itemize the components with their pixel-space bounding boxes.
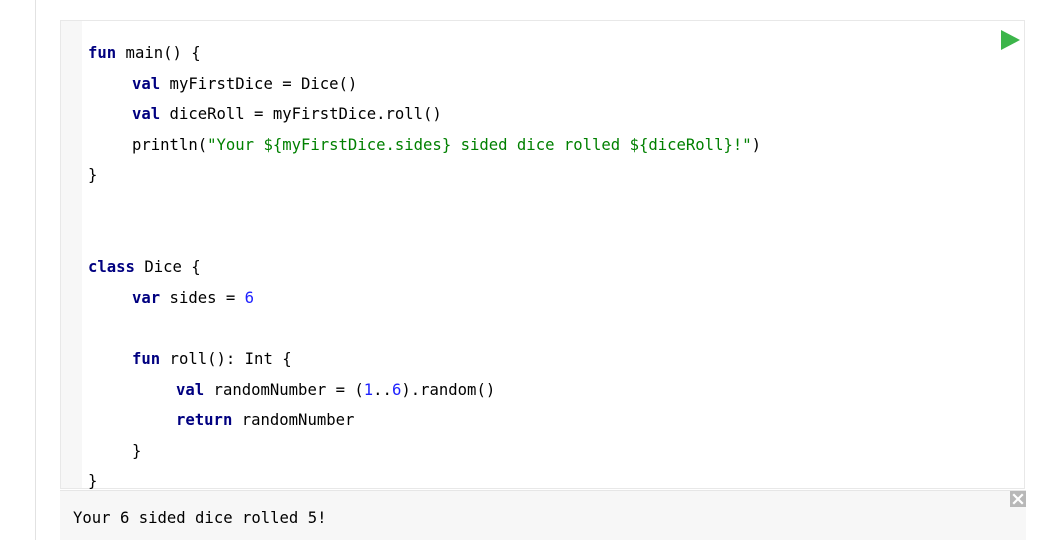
- number-token: 1: [363, 380, 374, 399]
- output-panel: Your 6 sided dice rolled 5!: [60, 490, 1026, 540]
- code-token: diceRoll = myFirstDice.roll(): [160, 105, 442, 124]
- code-token: Dice {: [134, 258, 201, 277]
- keyword-token: fun: [132, 349, 161, 368]
- code-line[interactable]: return randomNumber: [88, 405, 984, 436]
- code-line[interactable]: val randomNumber = (1..6).random(): [88, 375, 984, 406]
- number-token: 6: [391, 380, 402, 399]
- code-line[interactable]: class Dice {: [88, 252, 984, 283]
- code-token: }: [132, 441, 142, 460]
- code-token: sides =: [160, 288, 245, 307]
- code-token: }: [88, 166, 98, 185]
- keyword-token: var: [132, 288, 161, 307]
- code-line[interactable]: [88, 191, 984, 222]
- number-token: 6: [244, 288, 255, 307]
- code-token: myFirstDice = Dice(): [160, 74, 358, 93]
- code-token: randomNumber = (: [204, 380, 364, 399]
- close-x-icon: [1010, 491, 1026, 507]
- code-line[interactable]: println("Your ${myFirstDice.sides} sided…: [88, 130, 984, 161]
- code-line[interactable]: val diceRoll = myFirstDice.roll(): [88, 99, 984, 130]
- keyword-token: val: [132, 105, 161, 124]
- code-token: randomNumber: [232, 411, 355, 430]
- keyword-token: val: [132, 74, 161, 93]
- code-line[interactable]: var sides = 6: [88, 283, 984, 314]
- code-editor[interactable]: fun main() {val myFirstDice = Dice() val …: [60, 20, 1025, 490]
- code-line[interactable]: val myFirstDice = Dice(): [88, 69, 984, 100]
- code-token: }: [88, 472, 98, 491]
- page-divider: [35, 0, 36, 540]
- output-text: Your 6 sided dice rolled 5!: [73, 509, 327, 527]
- keyword-token: return: [176, 411, 233, 430]
- code-line[interactable]: }: [88, 160, 984, 191]
- code-token: main() {: [116, 44, 201, 62]
- keyword-token: val: [176, 380, 205, 399]
- code-line[interactable]: fun roll(): Int {: [88, 344, 984, 375]
- run-triangle-icon: [1001, 30, 1020, 50]
- code-line[interactable]: [88, 313, 984, 344]
- keyword-token: fun: [88, 44, 117, 62]
- keyword-token: class: [88, 258, 135, 277]
- code-line[interactable]: }: [88, 436, 984, 467]
- code-token: ): [751, 135, 762, 154]
- string-token: "Your ${myFirstDice.sides} sided dice ro…: [207, 135, 752, 154]
- run-button[interactable]: [999, 29, 1021, 51]
- close-output-button[interactable]: [1010, 491, 1026, 507]
- code-area[interactable]: fun main() {val myFirstDice = Dice() val …: [88, 38, 984, 497]
- code-token: println(: [132, 135, 208, 154]
- code-token: ..: [373, 380, 392, 399]
- code-line[interactable]: [88, 222, 984, 253]
- code-token: ).random(): [401, 380, 496, 399]
- code-line[interactable]: fun main() {: [88, 38, 984, 69]
- editor-gutter: [61, 21, 82, 488]
- code-token: roll(): Int {: [160, 349, 292, 368]
